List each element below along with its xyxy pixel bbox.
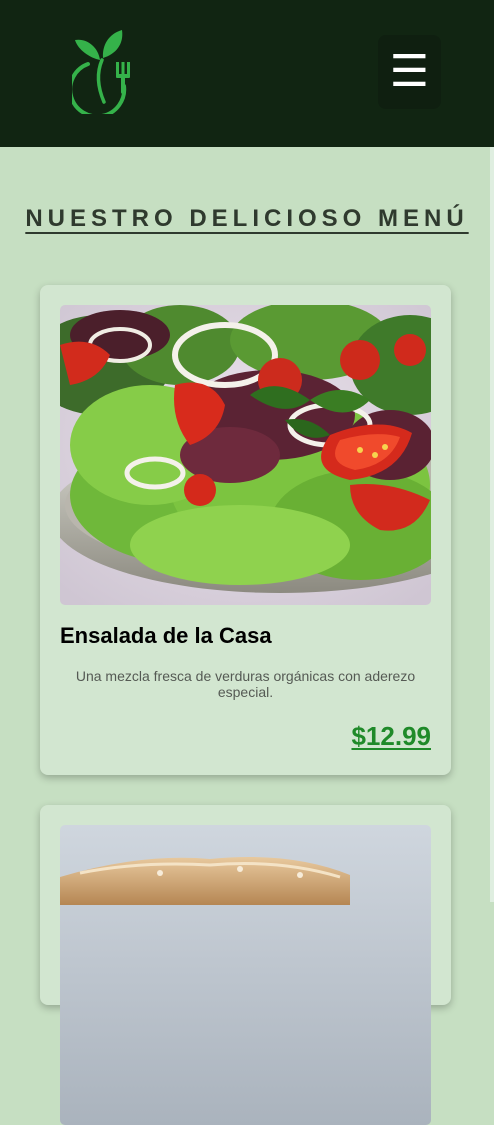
salad-photo xyxy=(60,305,431,605)
menu-toggle-button[interactable]: ☰ xyxy=(378,35,441,109)
hamburger-icon: ☰ xyxy=(389,46,430,97)
bread-photo xyxy=(60,825,431,1125)
menu-item-price[interactable]: $12.99 xyxy=(351,721,431,752)
menu-item-name: Ensalada de la Casa xyxy=(60,623,272,648)
menu-card xyxy=(40,805,451,1125)
menu-item-description: Una mezcla fresca de verduras orgánicas … xyxy=(75,668,416,700)
site-header: ☰ xyxy=(0,0,494,147)
scrollbar[interactable] xyxy=(490,147,494,902)
page-title: NUESTRO DELICIOSO MENÚ xyxy=(25,205,469,232)
menu-card: Ensalada de la Casa Una mezcla fresca de… xyxy=(40,285,451,775)
leaf-fork-logo-icon[interactable] xyxy=(72,28,136,114)
